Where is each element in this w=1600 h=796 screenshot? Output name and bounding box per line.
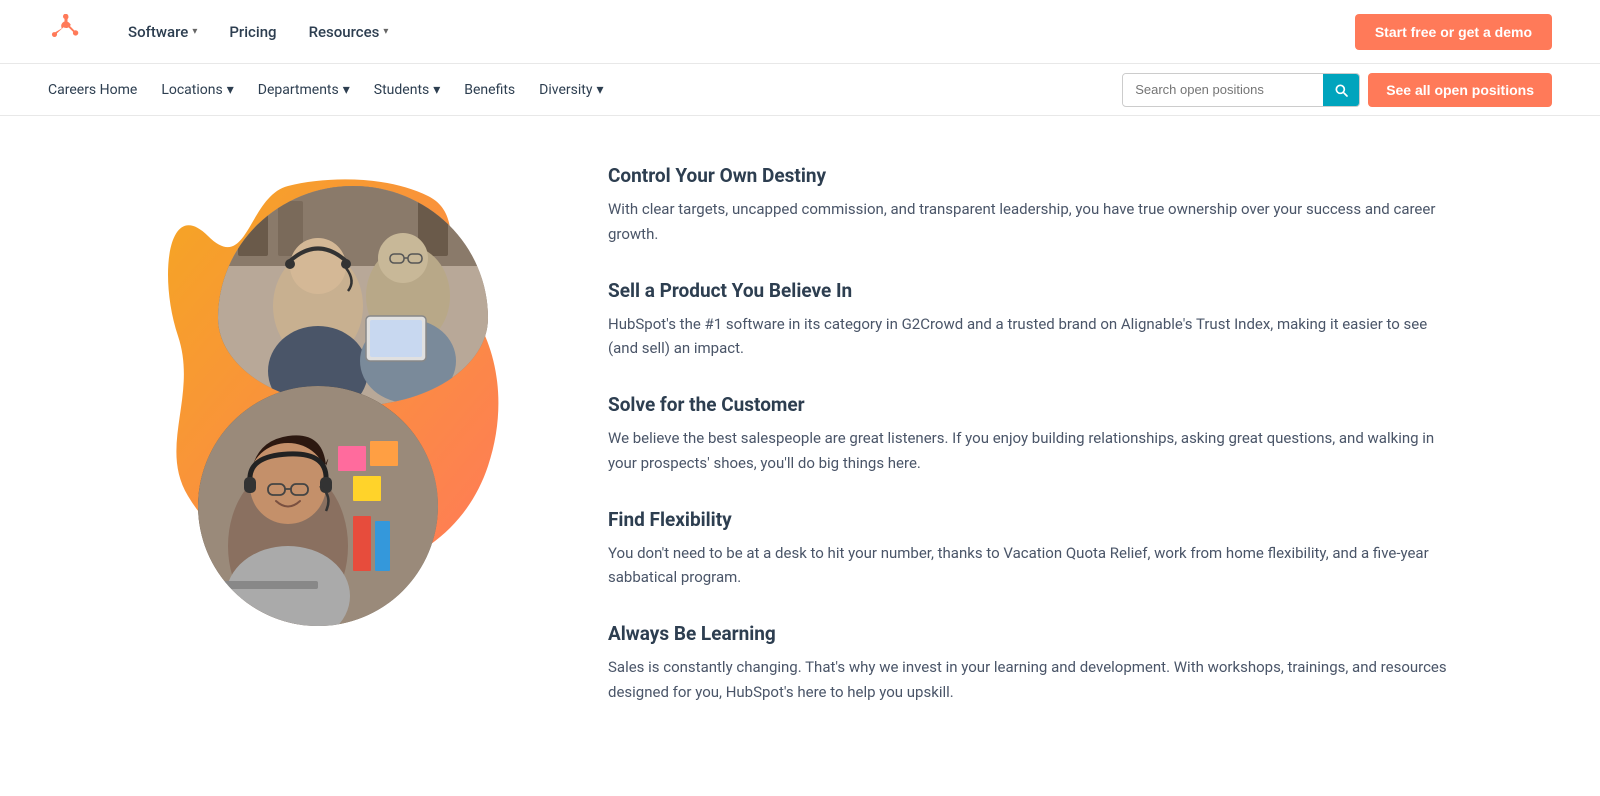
diversity-link[interactable]: Diversity ▾ — [539, 82, 603, 98]
nav-software[interactable]: Software ▾ — [116, 15, 209, 49]
students-link[interactable]: Students ▾ — [374, 82, 441, 98]
locations-chevron-icon: ▾ — [227, 82, 234, 98]
locations-link[interactable]: Locations ▾ — [161, 82, 233, 98]
hubspot-logo[interactable] — [48, 14, 84, 50]
image-section — [148, 156, 528, 636]
careers-nav: Careers Home Locations ▾ Departments ▾ S… — [0, 64, 1600, 116]
feature-desc-2: HubSpot's the #1 software in its categor… — [608, 312, 1452, 362]
text-section: Control Your Own Destiny With clear targ… — [608, 156, 1452, 737]
feature-always-learning: Always Be Learning Sales is constantly c… — [608, 622, 1452, 705]
feature-desc-1: With clear targets, uncapped commission,… — [608, 197, 1452, 247]
search-container: See all open positions — [1122, 73, 1552, 107]
woman-photo — [198, 386, 438, 626]
top-nav-links: Software ▾ Pricing Resources ▾ — [116, 15, 1355, 49]
search-button[interactable] — [1323, 74, 1359, 106]
benefits-link[interactable]: Benefits — [464, 82, 515, 98]
nav-pricing[interactable]: Pricing — [217, 15, 288, 49]
feature-title-4: Find Flexibility — [608, 508, 1452, 531]
diversity-chevron-icon: ▾ — [596, 82, 603, 98]
photo-bottom — [198, 386, 438, 626]
feature-control-destiny: Control Your Own Destiny With clear targ… — [608, 164, 1452, 247]
search-input-wrap — [1122, 73, 1360, 107]
departments-chevron-icon: ▾ — [343, 82, 350, 98]
feature-desc-4: You don't need to be at a desk to hit yo… — [608, 541, 1452, 591]
feature-desc-5: Sales is constantly changing. That's why… — [608, 655, 1452, 705]
main-content: Control Your Own Destiny With clear targ… — [100, 116, 1500, 777]
resources-chevron-icon: ▾ — [383, 26, 388, 37]
feature-title-5: Always Be Learning — [608, 622, 1452, 645]
software-chevron-icon: ▾ — [192, 26, 197, 37]
photo-bottom-image — [198, 386, 438, 626]
see-all-positions-button[interactable]: See all open positions — [1368, 73, 1552, 107]
feature-find-flexibility: Find Flexibility You don't need to be at… — [608, 508, 1452, 591]
search-icon — [1333, 82, 1349, 98]
students-chevron-icon: ▾ — [433, 82, 440, 98]
feature-title-1: Control Your Own Destiny — [608, 164, 1452, 187]
feature-title-2: Sell a Product You Believe In — [608, 279, 1452, 302]
careers-home-link[interactable]: Careers Home — [48, 82, 137, 98]
start-free-button[interactable]: Start free or get a demo — [1355, 14, 1552, 50]
feature-sell-product: Sell a Product You Believe In HubSpot's … — [608, 279, 1452, 362]
nav-resources[interactable]: Resources ▾ — [297, 15, 401, 49]
departments-link[interactable]: Departments ▾ — [258, 82, 350, 98]
top-nav: Software ▾ Pricing Resources ▾ Start fre… — [0, 0, 1600, 64]
feature-title-3: Solve for the Customer — [608, 393, 1452, 416]
search-input[interactable] — [1123, 74, 1323, 105]
feature-desc-3: We believe the best salespeople are grea… — [608, 426, 1452, 476]
feature-solve-customer: Solve for the Customer We believe the be… — [608, 393, 1452, 476]
